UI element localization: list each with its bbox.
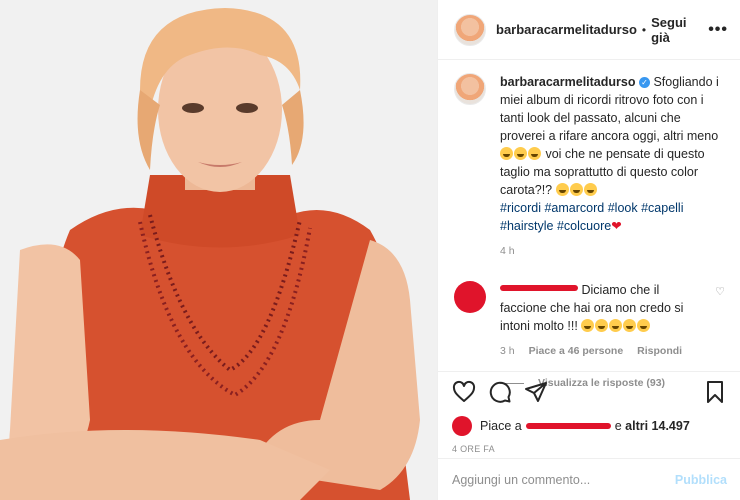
share-send-icon[interactable] (524, 380, 548, 404)
comment-timestamp[interactable]: 3 h (500, 345, 515, 357)
caption-author-avatar[interactable] (454, 73, 486, 105)
likes-count[interactable]: altri 14.497 (625, 419, 690, 433)
comment-item: Diciamo che il faccione che hai ora non … (454, 281, 725, 335)
post-age[interactable]: 4 ORE FA (452, 444, 727, 454)
author-username[interactable]: barbaracarmelitadurso (496, 22, 637, 37)
emoji-icon (514, 147, 527, 160)
emoji-icon (581, 319, 595, 332)
emoji-icon (595, 319, 609, 332)
post-actions: Piace a e altri 14.497 4 ORE FA (438, 371, 740, 454)
likes-suffix: e (614, 419, 622, 433)
bookmark-save-icon[interactable] (703, 380, 727, 404)
like-heart-icon[interactable] (452, 380, 476, 404)
heart-emoji-icon: ❤ (611, 219, 622, 233)
woman-portrait-image (0, 0, 437, 500)
redacted-username[interactable] (500, 285, 578, 291)
action-icons-row (452, 380, 727, 404)
redacted-liker-name[interactable] (525, 423, 611, 429)
hashtag-link[interactable]: #colcuore (557, 219, 611, 233)
commenter-avatar[interactable] (454, 281, 486, 313)
comment-text-block: Diciamo che il faccione che hai ora non … (500, 281, 695, 335)
emoji-icon (637, 319, 651, 332)
comment-bubble-icon[interactable] (488, 380, 512, 404)
more-options-icon[interactable]: ••• (708, 21, 728, 39)
caption-timestamp[interactable]: 4 h (500, 245, 725, 257)
post-caption: barbaracarmelitadurso ✓ Sfogliando i mie… (454, 73, 725, 235)
emoji-icon (609, 319, 623, 332)
caption-text-block: barbaracarmelitadurso ✓ Sfogliando i mie… (500, 73, 722, 235)
likes-summary: Piace a e altri 14.497 (452, 416, 727, 436)
publish-button[interactable]: Pubblica (675, 473, 727, 487)
comment-meta: 3 h Piace a 46 persone Rispondi (500, 345, 725, 357)
emoji-icon (528, 147, 541, 160)
emoji-icon (555, 183, 569, 196)
comment-input[interactable] (452, 472, 675, 487)
likes-prefix: Piace a (480, 419, 522, 433)
separator-dot: • (641, 22, 647, 37)
comment-likes[interactable]: Piace a 46 persone (529, 345, 624, 357)
comment-like-heart-icon[interactable]: ♡ (715, 285, 725, 335)
emoji-icon (500, 147, 513, 160)
verified-badge-icon: ✓ (638, 77, 650, 88)
hashtag-link[interactable]: #hairstyle (500, 219, 554, 233)
post-header: barbaracarmelitadurso • Segui già ••• (438, 0, 740, 60)
emoji-icon (583, 183, 597, 196)
author-avatar[interactable] (454, 13, 486, 46)
reply-button[interactable]: Rispondi (637, 345, 682, 357)
hashtag-link[interactable]: #look (608, 201, 638, 215)
instagram-post-view: barbaracarmelitadurso • Segui già ••• ba… (0, 0, 740, 500)
caption-username[interactable]: barbaracarmelitadurso (500, 75, 635, 89)
post-photo[interactable] (0, 0, 437, 500)
hashtag-link[interactable]: #amarcord (544, 201, 604, 215)
add-comment-bar: Pubblica (438, 458, 740, 500)
comments-section: barbaracarmelitadurso ✓ Sfogliando i mie… (438, 61, 740, 389)
emoji-icon (569, 183, 583, 196)
emoji-icon (623, 319, 637, 332)
following-button[interactable]: Segui già (651, 15, 708, 45)
liker-avatar[interactable] (452, 416, 472, 436)
post-side-panel: barbaracarmelitadurso • Segui già ••• ba… (437, 0, 740, 500)
hashtag-link[interactable]: #capelli (641, 201, 683, 215)
hashtag-link[interactable]: #ricordi (500, 201, 541, 215)
